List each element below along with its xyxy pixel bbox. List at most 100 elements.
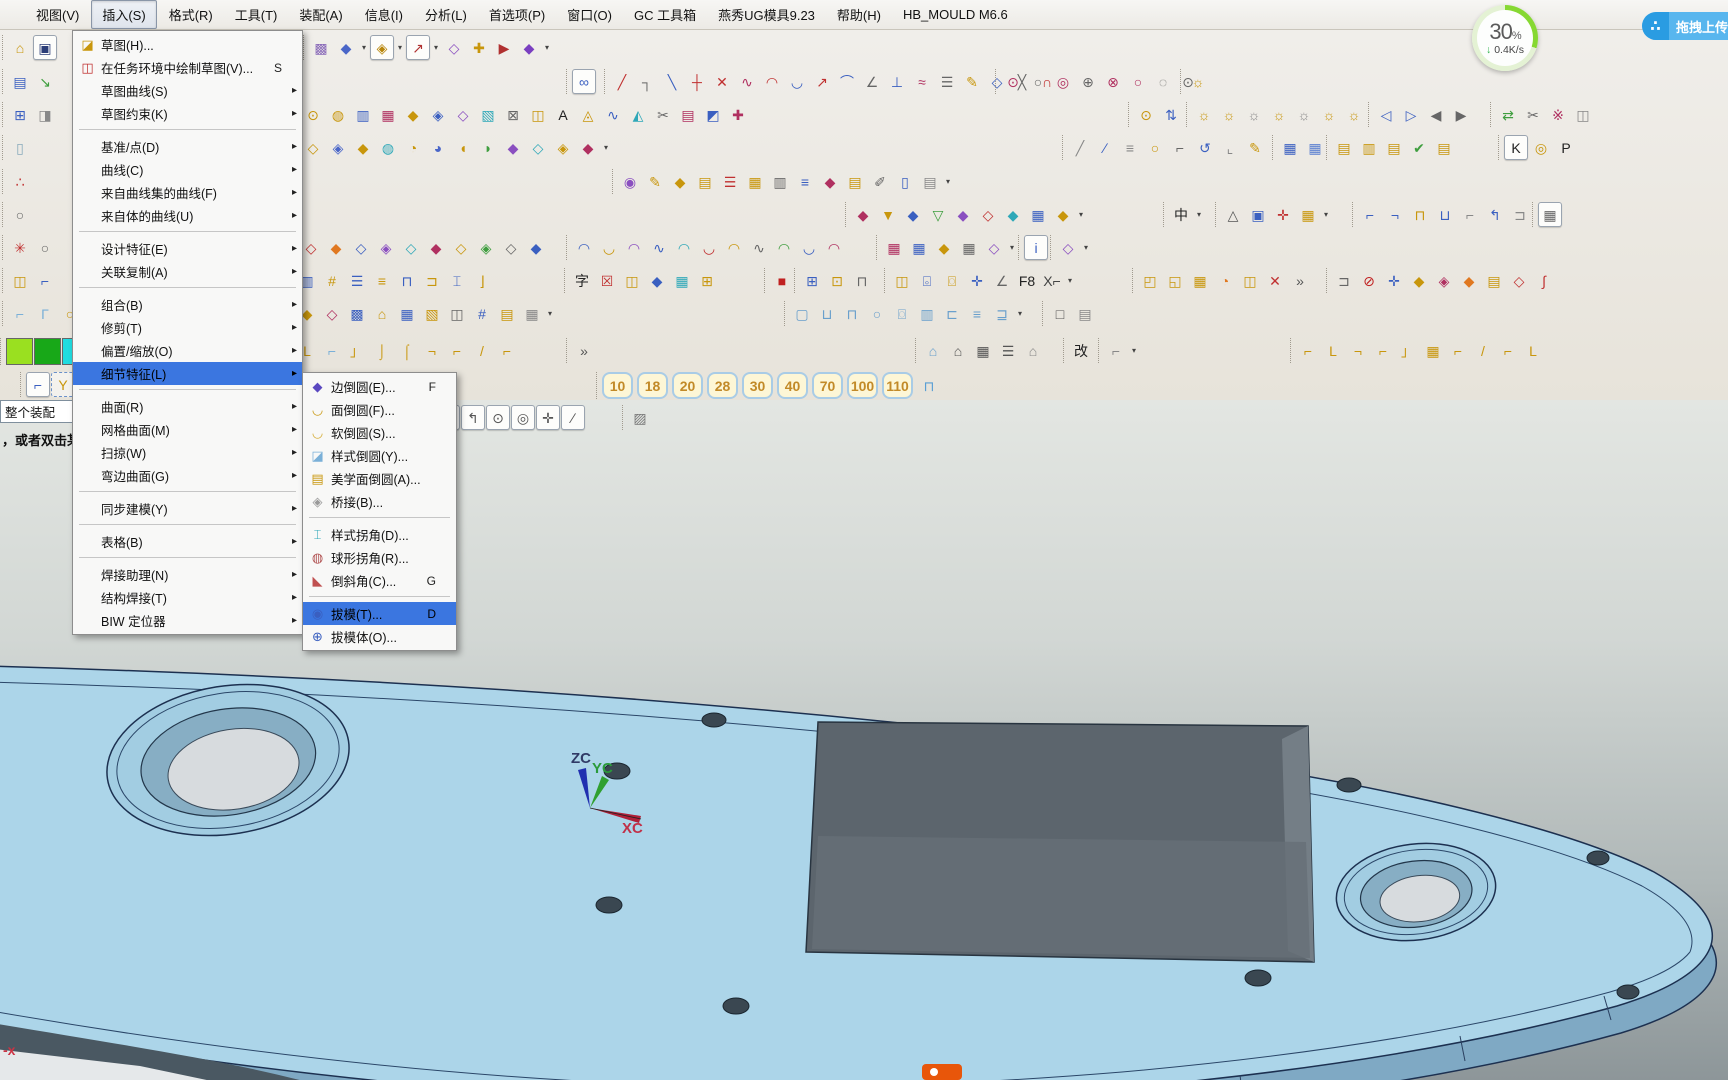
toolbar-icon[interactable]: ↰: [1483, 202, 1507, 227]
toolbar-icon[interactable]: ◆: [851, 202, 875, 227]
menu-item[interactable]: 设计特征(E)▸: [73, 237, 302, 260]
toolbar-icon[interactable]: ⌞: [1218, 135, 1242, 160]
toolbar-icon[interactable]: ▦: [1421, 338, 1445, 363]
toolbar-icon[interactable]: ※: [1546, 102, 1570, 127]
toolbar-icon[interactable]: ↘: [33, 69, 57, 94]
menubar-item-static[interactable]: 首选项(P): [479, 1, 555, 28]
dropdown-caret-icon[interactable]: ▾: [395, 43, 405, 52]
toolbar-icon[interactable]: #: [470, 301, 494, 326]
menu-item[interactable]: 修剪(T)▸: [73, 316, 302, 339]
toolbar-icon[interactable]: ⌼: [940, 268, 964, 293]
color-swatch[interactable]: [6, 338, 33, 365]
toolbar-icon[interactable]: ⌂: [8, 35, 32, 60]
menu-item[interactable]: 草图曲线(S)▸: [73, 79, 302, 102]
toolbar-icon[interactable]: ◎: [1529, 135, 1553, 160]
toolbar-icon[interactable]: ◇: [526, 135, 550, 160]
menubar-item-active[interactable]: 插入(S): [91, 0, 156, 29]
toolbar-icon[interactable]: ◗: [476, 135, 500, 160]
toolbar-icon[interactable]: ▦: [395, 301, 419, 326]
toolbar-icon[interactable]: ▥: [351, 102, 375, 127]
toolbar-icon[interactable]: ▦: [1026, 202, 1050, 227]
toolbar-icon[interactable]: ⇅: [1159, 102, 1183, 127]
toolbar-icon[interactable]: ☰: [996, 338, 1020, 363]
toolbar-icon[interactable]: ╱: [1068, 135, 1092, 160]
toolbar-icon[interactable]: ▦: [957, 235, 981, 260]
toolbar-icon[interactable]: ◇: [399, 235, 423, 260]
submenu-item[interactable]: ◣倒斜角(C)...G: [303, 569, 456, 592]
toolbar-icon[interactable]: ¬: [1383, 202, 1407, 227]
dropdown-caret-icon[interactable]: ▾: [545, 309, 555, 318]
dropdown-caret-icon[interactable]: ▾: [943, 177, 953, 186]
toolbar-icon[interactable]: ⌐: [320, 338, 344, 363]
menu-item[interactable]: 偏置/缩放(O)▸: [73, 339, 302, 362]
toolbar-icon[interactable]: ∠: [990, 268, 1014, 293]
toolbar-icon[interactable]: »: [1288, 268, 1312, 293]
toolbar-icon[interactable]: X⌐: [1040, 268, 1064, 293]
toolbar-icon[interactable]: ⊡: [825, 268, 849, 293]
toolbar-icon[interactable]: ▥: [915, 301, 939, 326]
toolbar-icon[interactable]: ◫: [445, 301, 469, 326]
toolbar-icon[interactable]: ⌐: [495, 338, 519, 363]
toolbar-icon[interactable]: ◨: [33, 102, 57, 127]
toolbar-icon[interactable]: 」: [1396, 338, 1420, 363]
preset-value-button[interactable]: 70: [812, 372, 843, 399]
toolbar-icon[interactable]: ◱: [1163, 268, 1187, 293]
toolbar-icon[interactable]: ◆: [517, 35, 541, 60]
preset-value-button[interactable]: 10: [602, 372, 633, 399]
toolbar-icon[interactable]: ⊓: [840, 301, 864, 326]
toolbar-icon[interactable]: ✳: [8, 235, 32, 260]
dropdown-caret-icon[interactable]: ▾: [1194, 210, 1204, 219]
toolbar-icon[interactable]: ◩: [701, 102, 725, 127]
toolbar-icon[interactable]: ✂: [651, 102, 675, 127]
toolbar-icon[interactable]: ∿: [747, 235, 771, 260]
toolbar-icon[interactable]: ⌡: [370, 338, 394, 363]
toolbar-icon[interactable]: ◆: [524, 235, 548, 260]
toolbar-icon[interactable]: ☼: [1342, 102, 1366, 127]
toolbar-icon[interactable]: ◍: [326, 102, 350, 127]
toolbar-icon[interactable]: ⌂: [921, 338, 945, 363]
toolbar-icon[interactable]: ☼: [1217, 102, 1241, 127]
toolbar-icon[interactable]: ◉: [618, 169, 642, 194]
toolbar-icon[interactable]: ◇: [451, 102, 475, 127]
toolbar-icon[interactable]: ◀: [1424, 102, 1448, 127]
toolbar-icon[interactable]: ✚: [467, 35, 491, 60]
toolbar-icon[interactable]: ↗: [810, 69, 834, 94]
toolbar-icon[interactable]: ¬: [1346, 338, 1370, 363]
toolbar-icon[interactable]: ┐: [635, 69, 659, 94]
toolbar-icon[interactable]: 」: [345, 338, 369, 363]
menu-item[interactable]: 来自体的曲线(U)▸: [73, 204, 302, 227]
toolbar-icon[interactable]: ⊘: [1357, 268, 1381, 293]
toolbar-icon[interactable]: ▦: [1278, 135, 1302, 160]
toolbar-icon[interactable]: ▦: [743, 169, 767, 194]
dropdown-caret-icon[interactable]: ▾: [1015, 309, 1025, 318]
toolbar-icon[interactable]: ◆: [351, 135, 375, 160]
toolbar-icon[interactable]: ◇: [449, 235, 473, 260]
toolbar-icon[interactable]: ⊥: [885, 69, 909, 94]
toolbar-icon[interactable]: ⌋: [470, 268, 494, 293]
toolbar-icon[interactable]: ⌐: [445, 338, 469, 363]
toolbar-icon[interactable]: ⊕: [1076, 69, 1100, 94]
toolbar-icon[interactable]: ✛: [1271, 202, 1295, 227]
toolbar-icon[interactable]: ◁: [1374, 102, 1398, 127]
toolbar-icon[interactable]: ◠: [622, 235, 646, 260]
toolbar-icon[interactable]: ≈: [910, 69, 934, 94]
toolbar-icon[interactable]: ⊞: [800, 268, 824, 293]
toolbar-icon[interactable]: ◇: [976, 202, 1000, 227]
toolbar-icon[interactable]: ◡: [597, 235, 621, 260]
toolbar-icon[interactable]: ◆: [576, 135, 600, 160]
toolbar-icon[interactable]: ▤: [1073, 301, 1097, 326]
preset-value-button[interactable]: 20: [672, 372, 703, 399]
toolbar-icon[interactable]: ⊠: [501, 102, 525, 127]
menubar-item-static[interactable]: 帮助(H): [827, 1, 891, 28]
toolbar-icon[interactable]: ⊔: [1433, 202, 1457, 227]
submenu-item[interactable]: ◍球形拐角(R)...: [303, 546, 456, 569]
toolbar-icon[interactable]: ◇: [442, 35, 466, 60]
toolbar-icon[interactable]: K: [1504, 135, 1528, 160]
toolbar-icon[interactable]: ▤: [843, 169, 867, 194]
toolbar-icon[interactable]: ≡: [965, 301, 989, 326]
menu-item[interactable]: 曲线(C)▸: [73, 158, 302, 181]
toolbar-icon[interactable]: ⊗: [1101, 69, 1125, 94]
toolbar-icon[interactable]: ☰: [718, 169, 742, 194]
toolbar-icon[interactable]: ◔: [1213, 268, 1237, 293]
toolbar-icon[interactable]: ⊙: [1134, 102, 1158, 127]
